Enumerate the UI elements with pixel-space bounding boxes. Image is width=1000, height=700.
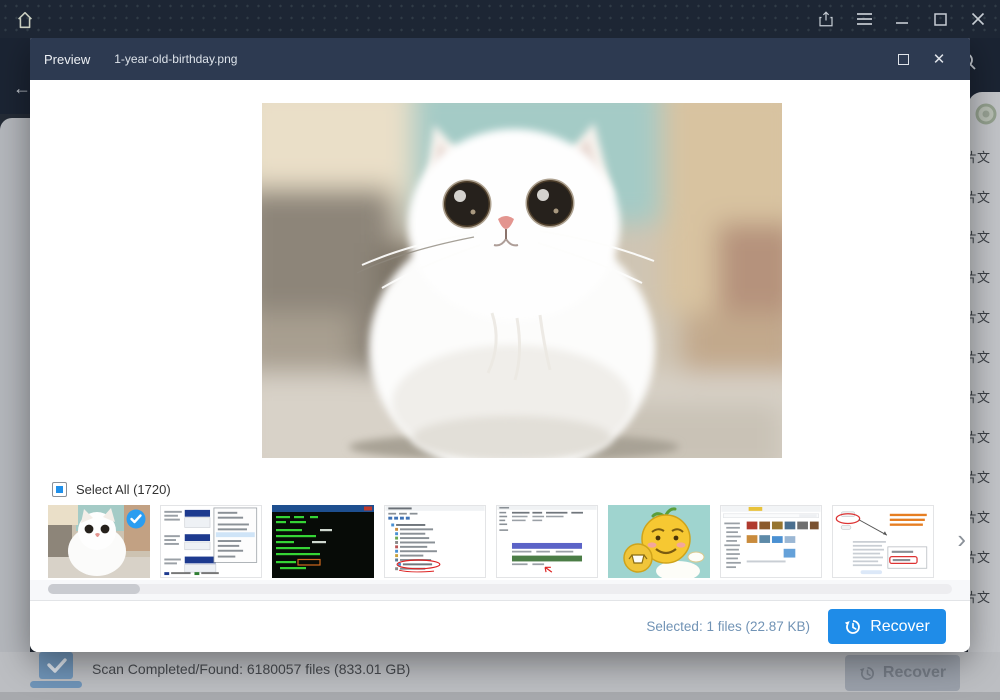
background-recover-button: Recover xyxy=(845,655,960,691)
preview-area xyxy=(30,80,970,478)
scan-status-text: Scan Completed/Found: 6180057 files (833… xyxy=(92,661,410,677)
select-all-label: Select All (1720) xyxy=(76,482,171,497)
thumbnail-cat-photo[interactable] xyxy=(48,505,150,578)
preview-image-cat xyxy=(262,103,782,458)
home-icon[interactable] xyxy=(12,7,38,33)
window-title-bar xyxy=(0,0,1000,38)
maximize-icon[interactable] xyxy=(930,9,950,29)
thumbnails-scroll-right-button[interactable]: › xyxy=(957,526,966,552)
thumbnail-strip: › xyxy=(30,500,970,580)
thumbnail-file-explorer[interactable] xyxy=(720,505,822,578)
modal-close-button[interactable]: ✕ xyxy=(928,48,950,70)
maximize-icon xyxy=(898,54,909,65)
app-window: ← 片文片文片文片文片文片文片文片文片文片文片文片文 Scan Complete… xyxy=(0,0,1000,700)
modal-maximize-button[interactable] xyxy=(892,48,914,70)
background-window-edge xyxy=(0,692,1000,700)
thumbnail-scrollbar-thumb[interactable] xyxy=(48,584,140,594)
scan-complete-laptop-icon xyxy=(28,650,84,697)
thumbnail-disk-management[interactable] xyxy=(160,505,262,578)
thumbnail-selected-check-icon xyxy=(126,509,146,529)
select-all-checkbox[interactable] xyxy=(52,482,67,497)
previewed-filename: 1-year-old-birthday.png xyxy=(114,52,237,66)
minimize-icon[interactable] xyxy=(892,9,912,29)
background-recover-label: Recover xyxy=(883,664,946,682)
thumbnail-terminal[interactable] xyxy=(272,505,374,578)
checkbox-indeterminate-mark xyxy=(56,486,63,493)
back-arrow-icon: ← xyxy=(13,78,31,99)
share-icon[interactable] xyxy=(816,9,836,29)
selected-files-summary: Selected: 1 files (22.87 KB) xyxy=(646,619,810,634)
preview-modal: Preview 1-year-old-birthday.png ✕ xyxy=(30,38,970,652)
thumbnail-scroll-area xyxy=(30,580,970,600)
recover-button[interactable]: Recover xyxy=(828,609,946,644)
select-all-row: Select All (1720) xyxy=(30,478,970,500)
menu-icon[interactable] xyxy=(854,9,874,29)
close-icon[interactable] xyxy=(968,9,988,29)
background-left-panel xyxy=(0,118,30,652)
recover-button-label: Recover xyxy=(870,618,930,636)
thumbnail-partition-table[interactable] xyxy=(496,505,598,578)
background-circle-icon xyxy=(974,102,998,131)
thumbnail-drive-tutorial[interactable] xyxy=(832,505,934,578)
thumbnail-emoji-cartoon[interactable] xyxy=(608,505,710,578)
modal-title: Preview xyxy=(44,52,90,67)
thumbnail-scrollbar-track[interactable] xyxy=(48,584,952,594)
preview-modal-header: Preview 1-year-old-birthday.png ✕ xyxy=(30,38,970,80)
recover-rewind-icon xyxy=(844,618,862,636)
preview-modal-footer: Selected: 1 files (22.87 KB) Recover xyxy=(30,600,970,652)
thumbnail-device-manager[interactable] xyxy=(384,505,486,578)
